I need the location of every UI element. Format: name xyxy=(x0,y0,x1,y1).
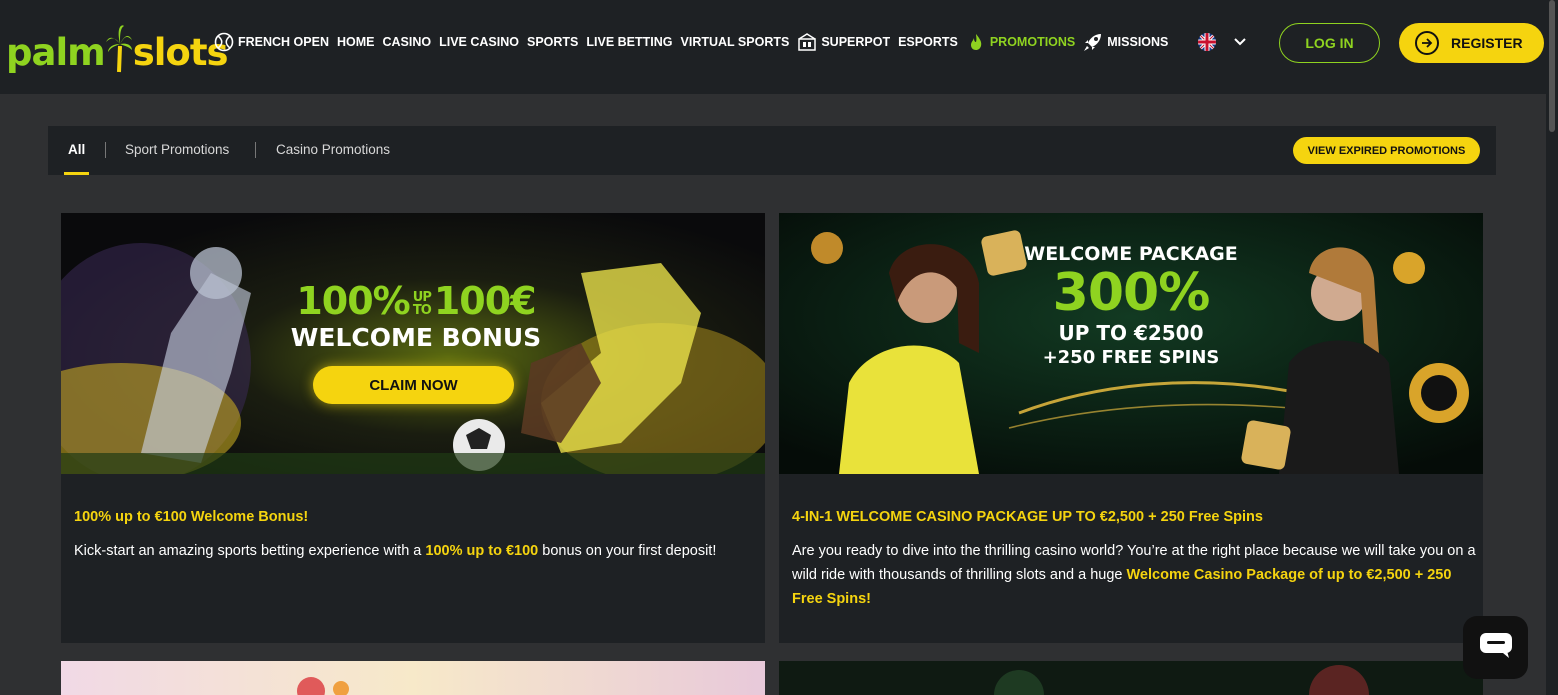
tab-divider xyxy=(255,142,256,158)
nav-label: CASINO xyxy=(382,35,432,49)
promo-title[interactable]: 100% up to €100 Welcome Bonus! xyxy=(74,509,308,525)
nav-live-casino[interactable]: LIVE CASINO xyxy=(439,31,519,53)
promo-banner-sports[interactable]: 100% UP TO 100€ WELCOME BONUS CLAIM NOW xyxy=(61,213,765,474)
superpot-icon xyxy=(797,32,817,52)
banner-headline: 100% UP TO 100€ xyxy=(271,279,561,323)
banner-upto: UP TO xyxy=(412,289,432,318)
nav-label: VIRTUAL SPORTS xyxy=(680,35,790,49)
promo-banner-casino[interactable]: WELCOME PACKAGE 300% UP TO €2500 +250 FR… xyxy=(779,213,1483,474)
promo-card-sports-welcome[interactable]: 100% UP TO 100€ WELCOME BONUS CLAIM NOW 100… xyxy=(61,213,765,643)
palm-tree-icon xyxy=(105,24,132,74)
nav-home[interactable]: HOME xyxy=(337,31,375,53)
nav-label: LIVE BETTING xyxy=(586,35,673,49)
login-button[interactable]: LOG IN xyxy=(1279,23,1380,63)
tab-divider xyxy=(105,142,106,158)
site-header: palm slots FRENCH OPEN HOME CASINO LIVE … xyxy=(0,0,1546,94)
nav-sports[interactable]: SPORTS xyxy=(527,31,578,53)
claim-now-button[interactable]: CLAIM NOW xyxy=(313,366,514,404)
chat-bubble-icon xyxy=(1479,631,1513,664)
chevron-down-icon xyxy=(1234,33,1246,51)
nav-superpot[interactable]: SUPERPOT xyxy=(797,31,890,53)
banner-upto: UP TO €2500 xyxy=(1058,321,1204,345)
nav-label: LIVE CASINO xyxy=(439,35,519,49)
register-button[interactable]: REGISTER xyxy=(1399,23,1544,63)
nav-label: SPORTS xyxy=(526,35,579,49)
promo-title[interactable]: 4-IN-1 WELCOME CASINO PACKAGE UP TO €2,5… xyxy=(792,509,1263,525)
tennis-ball-icon xyxy=(214,32,234,52)
palmslots-logo[interactable]: palm slots xyxy=(6,18,229,74)
scrollbar-thumb[interactable] xyxy=(1549,0,1555,132)
desc-text: bonus on your first deposit! xyxy=(538,543,717,559)
flag-uk-icon xyxy=(1198,33,1216,51)
promotion-tabs: All Sport Promotions Casino Promotions xyxy=(48,126,1496,175)
promo-card-next-1[interactable] xyxy=(61,661,765,695)
promo-description: Are you ready to dive into the thrilling… xyxy=(792,539,1476,611)
language-selector[interactable] xyxy=(1198,33,1246,51)
rocket-icon xyxy=(1083,32,1103,52)
nav-casino[interactable]: CASINO xyxy=(382,31,431,53)
banner-subheadline: WELCOME BONUS xyxy=(290,323,542,352)
active-tab-indicator xyxy=(64,172,89,175)
logo-text-palm: palm xyxy=(6,31,106,74)
nav-label: FRENCH OPEN xyxy=(238,35,329,49)
tab-all[interactable]: All xyxy=(68,142,85,157)
banner-free-spins: +250 FREE SPINS xyxy=(1042,347,1220,368)
promo-description: Kick-start an amazing sports betting exp… xyxy=(74,539,754,563)
promo-card-next-2[interactable] xyxy=(779,661,1483,695)
nav-label: ESPORTS xyxy=(898,35,958,49)
desc-highlight: 100% up to €100 xyxy=(425,543,539,559)
tab-casino-promotions[interactable]: Casino Promotions xyxy=(276,142,390,157)
nav-virtual-sports[interactable]: VIRTUAL SPORTS xyxy=(681,31,790,53)
promo-card-casino-welcome[interactable]: WELCOME PACKAGE 300% UP TO €2500 +250 FR… xyxy=(779,213,1483,643)
banner-percent: 300% xyxy=(1052,263,1211,323)
nav-french-open[interactable]: FRENCH OPEN xyxy=(214,31,329,53)
nav-label: MISSIONS xyxy=(1107,35,1169,49)
register-label: REGISTER xyxy=(1451,35,1523,51)
desc-text: Kick-start an amazing sports betting exp… xyxy=(74,543,426,559)
nav-promotions[interactable]: PROMOTIONS xyxy=(966,31,1075,53)
banner-to: TO xyxy=(412,302,432,318)
nav-label: HOME xyxy=(336,35,375,49)
banner-package-label: WELCOME PACKAGE xyxy=(1024,243,1238,265)
nav-label: PROMOTIONS xyxy=(989,35,1076,49)
flame-icon xyxy=(966,32,986,52)
nav-missions[interactable]: MISSIONS xyxy=(1083,31,1168,53)
arrow-right-icon xyxy=(1415,31,1439,55)
view-expired-promotions-button[interactable]: VIEW EXPIRED PROMOTIONS xyxy=(1293,137,1480,164)
banner-percent: 100% xyxy=(296,279,410,323)
main-nav: FRENCH OPEN HOME CASINO LIVE CASINO SPOR… xyxy=(214,31,1176,53)
nav-esports[interactable]: ESPORTS xyxy=(898,31,958,53)
tab-sport-promotions[interactable]: Sport Promotions xyxy=(125,142,229,157)
banner-amount: 100€ xyxy=(433,279,537,323)
chat-widget-button[interactable] xyxy=(1463,616,1528,679)
page-scrollbar[interactable] xyxy=(1546,0,1558,695)
banner-up: UP xyxy=(412,289,432,305)
nav-label: SUPERPOT xyxy=(821,35,891,49)
nav-live-betting[interactable]: LIVE BETTING xyxy=(586,31,672,53)
